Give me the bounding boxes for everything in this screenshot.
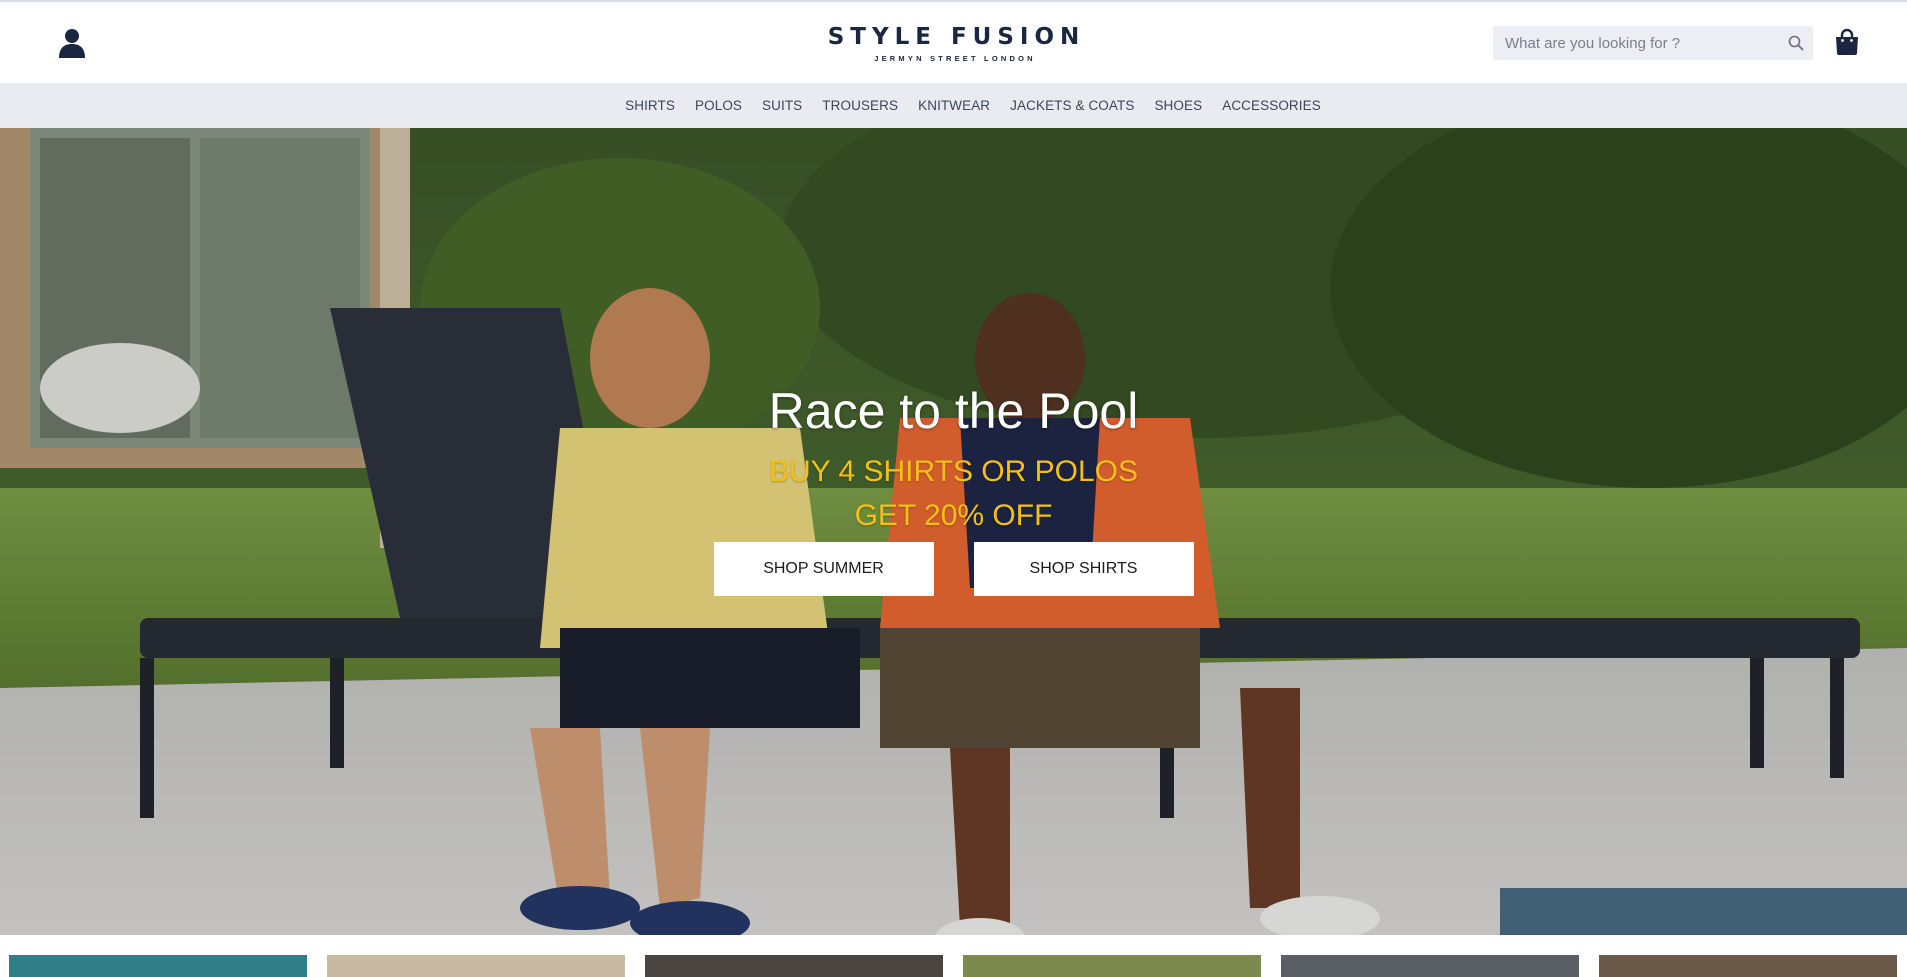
nav-item-suits[interactable]: SUITS (752, 98, 812, 113)
nav-item-accessories[interactable]: ACCESSORIES (1212, 98, 1331, 113)
hero-promo-line-2: GET 20% OFF (854, 499, 1053, 532)
search-icon[interactable] (1779, 26, 1813, 60)
search-input[interactable] (1493, 26, 1779, 60)
shop-summer-button[interactable]: SHOP SUMMER (713, 542, 934, 596)
hero-content: Race to the Pool BUY 4 SHIRTS OR POLOS G… (0, 382, 1907, 596)
hero-buttons: SHOP SUMMER SHOP SHIRTS (0, 542, 1907, 596)
category-thumbnails (0, 935, 1907, 977)
nav-item-shirts[interactable]: SHIRTS (615, 98, 685, 113)
shopping-bag-icon (1836, 28, 1858, 55)
category-thumbnail[interactable] (327, 955, 625, 977)
hero-banner: Race to the Pool BUY 4 SHIRTS OR POLOS G… (0, 128, 1907, 935)
nav-item-jackets-coats[interactable]: JACKETS & COATS (1000, 98, 1144, 113)
cart-button[interactable] (1834, 28, 1860, 56)
hero-promo-line-1: BUY 4 SHIRTS OR POLOS (768, 455, 1138, 488)
nav-item-polos[interactable]: POLOS (685, 98, 752, 113)
search-box (1493, 26, 1813, 60)
category-thumbnail[interactable] (1599, 955, 1897, 977)
shop-shirts-button[interactable]: SHOP SHIRTS (973, 542, 1194, 596)
nav-item-shoes[interactable]: SHOES (1144, 98, 1212, 113)
category-thumbnail[interactable] (1281, 955, 1579, 977)
category-thumbnail[interactable] (645, 955, 943, 977)
nav-item-knitwear[interactable]: KNITWEAR (908, 98, 1000, 113)
main-navigation: SHIRTS POLOS SUITS TROUSERS KNITWEAR JAC… (0, 83, 1907, 128)
category-thumbnail[interactable] (963, 955, 1261, 977)
category-thumbnail[interactable] (9, 955, 307, 977)
nav-item-trousers[interactable]: TROUSERS (812, 98, 908, 113)
site-header: STYLE FUSION JERMYN STREET LONDON (0, 2, 1907, 83)
hero-title: Race to the Pool (768, 383, 1139, 439)
